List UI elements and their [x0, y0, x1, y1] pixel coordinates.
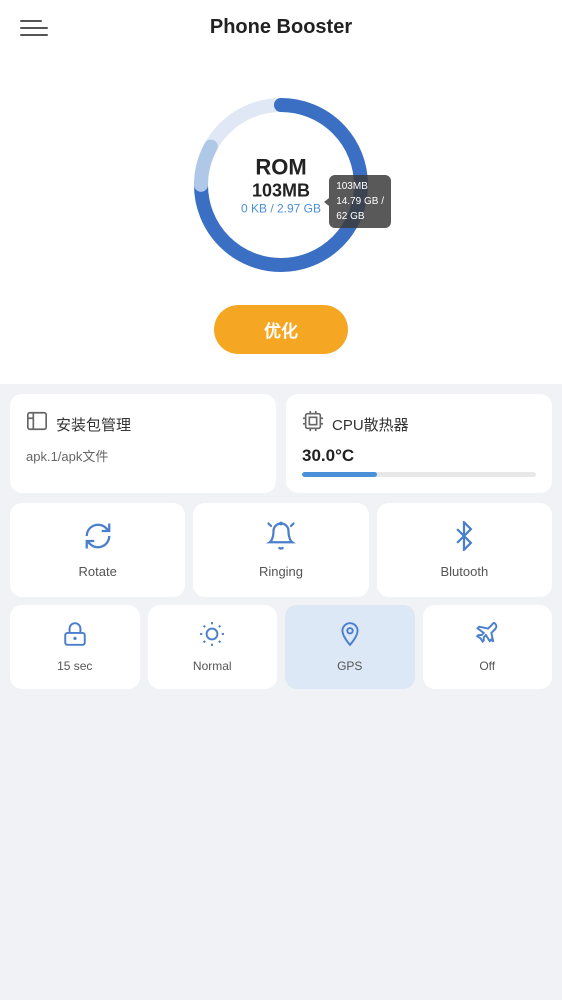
package-subtitle: apk.1/apk文件 — [26, 446, 260, 465]
optimize-button[interactable]: 优化 — [214, 305, 348, 354]
quick-item-gps[interactable]: GPS — [285, 605, 415, 689]
app-header: Phone Booster — [0, 0, 562, 55]
bluetooth-icon — [449, 521, 479, 558]
blutooth-label: Blutooth — [440, 564, 488, 579]
info-cards-row: 安装包管理 apk.1/apk文件 CPU散热器 — [0, 394, 562, 493]
gauge-center: ROM 103MB 0 KB / 2.97 GB — [241, 155, 321, 216]
rom-card: ROM 103MB 0 KB / 2.97 GB 103MB 14.79 GB … — [0, 55, 562, 384]
off-icon — [474, 621, 500, 654]
cpu-temp-bar-fill — [302, 472, 377, 477]
quick-item-lock-timer[interactable]: 15 sec — [10, 605, 140, 689]
gauge-tooltip: 103MB 14.79 GB / 62 GB — [329, 175, 391, 228]
gps-label: GPS — [337, 659, 362, 673]
package-management-card[interactable]: 安装包管理 apk.1/apk文件 — [10, 394, 276, 493]
quick-item-rotate[interactable]: Rotate — [10, 503, 185, 597]
cpu-icon — [302, 410, 324, 438]
rotate-icon — [83, 521, 113, 558]
cpu-card-header: CPU散热器 — [302, 410, 536, 438]
gps-icon — [337, 621, 363, 654]
ringing-icon — [266, 521, 296, 558]
quick-item-blutooth[interactable]: Blutooth — [377, 503, 552, 597]
cpu-temp: 30.0°C — [302, 446, 536, 466]
normal-label: Normal — [193, 659, 232, 673]
quick-item-ringing[interactable]: Ringing — [193, 503, 368, 597]
rom-detail: 0 KB / 2.97 GB — [241, 202, 321, 216]
package-title: 安装包管理 — [56, 414, 131, 435]
off-label: Off — [479, 659, 495, 673]
lock-timer-label: 15 sec — [57, 659, 92, 673]
rotate-label: Rotate — [79, 564, 117, 579]
quick-actions-row2: 15 sec Normal GPS — [0, 605, 562, 689]
rom-value: 103MB — [241, 181, 321, 202]
package-icon — [26, 410, 48, 438]
normal-icon — [199, 621, 225, 654]
cpu-cooler-card[interactable]: CPU散热器 30.0°C — [286, 394, 552, 493]
quick-actions-row1: Rotate Ringing Blutooth — [0, 503, 562, 597]
rom-gauge: ROM 103MB 0 KB / 2.97 GB 103MB 14.79 GB … — [181, 85, 381, 285]
lock-timer-icon — [62, 621, 88, 654]
package-card-header: 安装包管理 — [26, 410, 260, 438]
quick-item-normal[interactable]: Normal — [148, 605, 278, 689]
page-title: Phone Booster — [210, 16, 352, 39]
menu-icon[interactable] — [20, 20, 48, 36]
cpu-title: CPU散热器 — [332, 414, 409, 435]
cpu-temp-bar-track — [302, 472, 536, 477]
rom-label: ROM — [241, 155, 321, 181]
quick-item-off[interactable]: Off — [423, 605, 553, 689]
ringing-label: Ringing — [259, 564, 303, 579]
